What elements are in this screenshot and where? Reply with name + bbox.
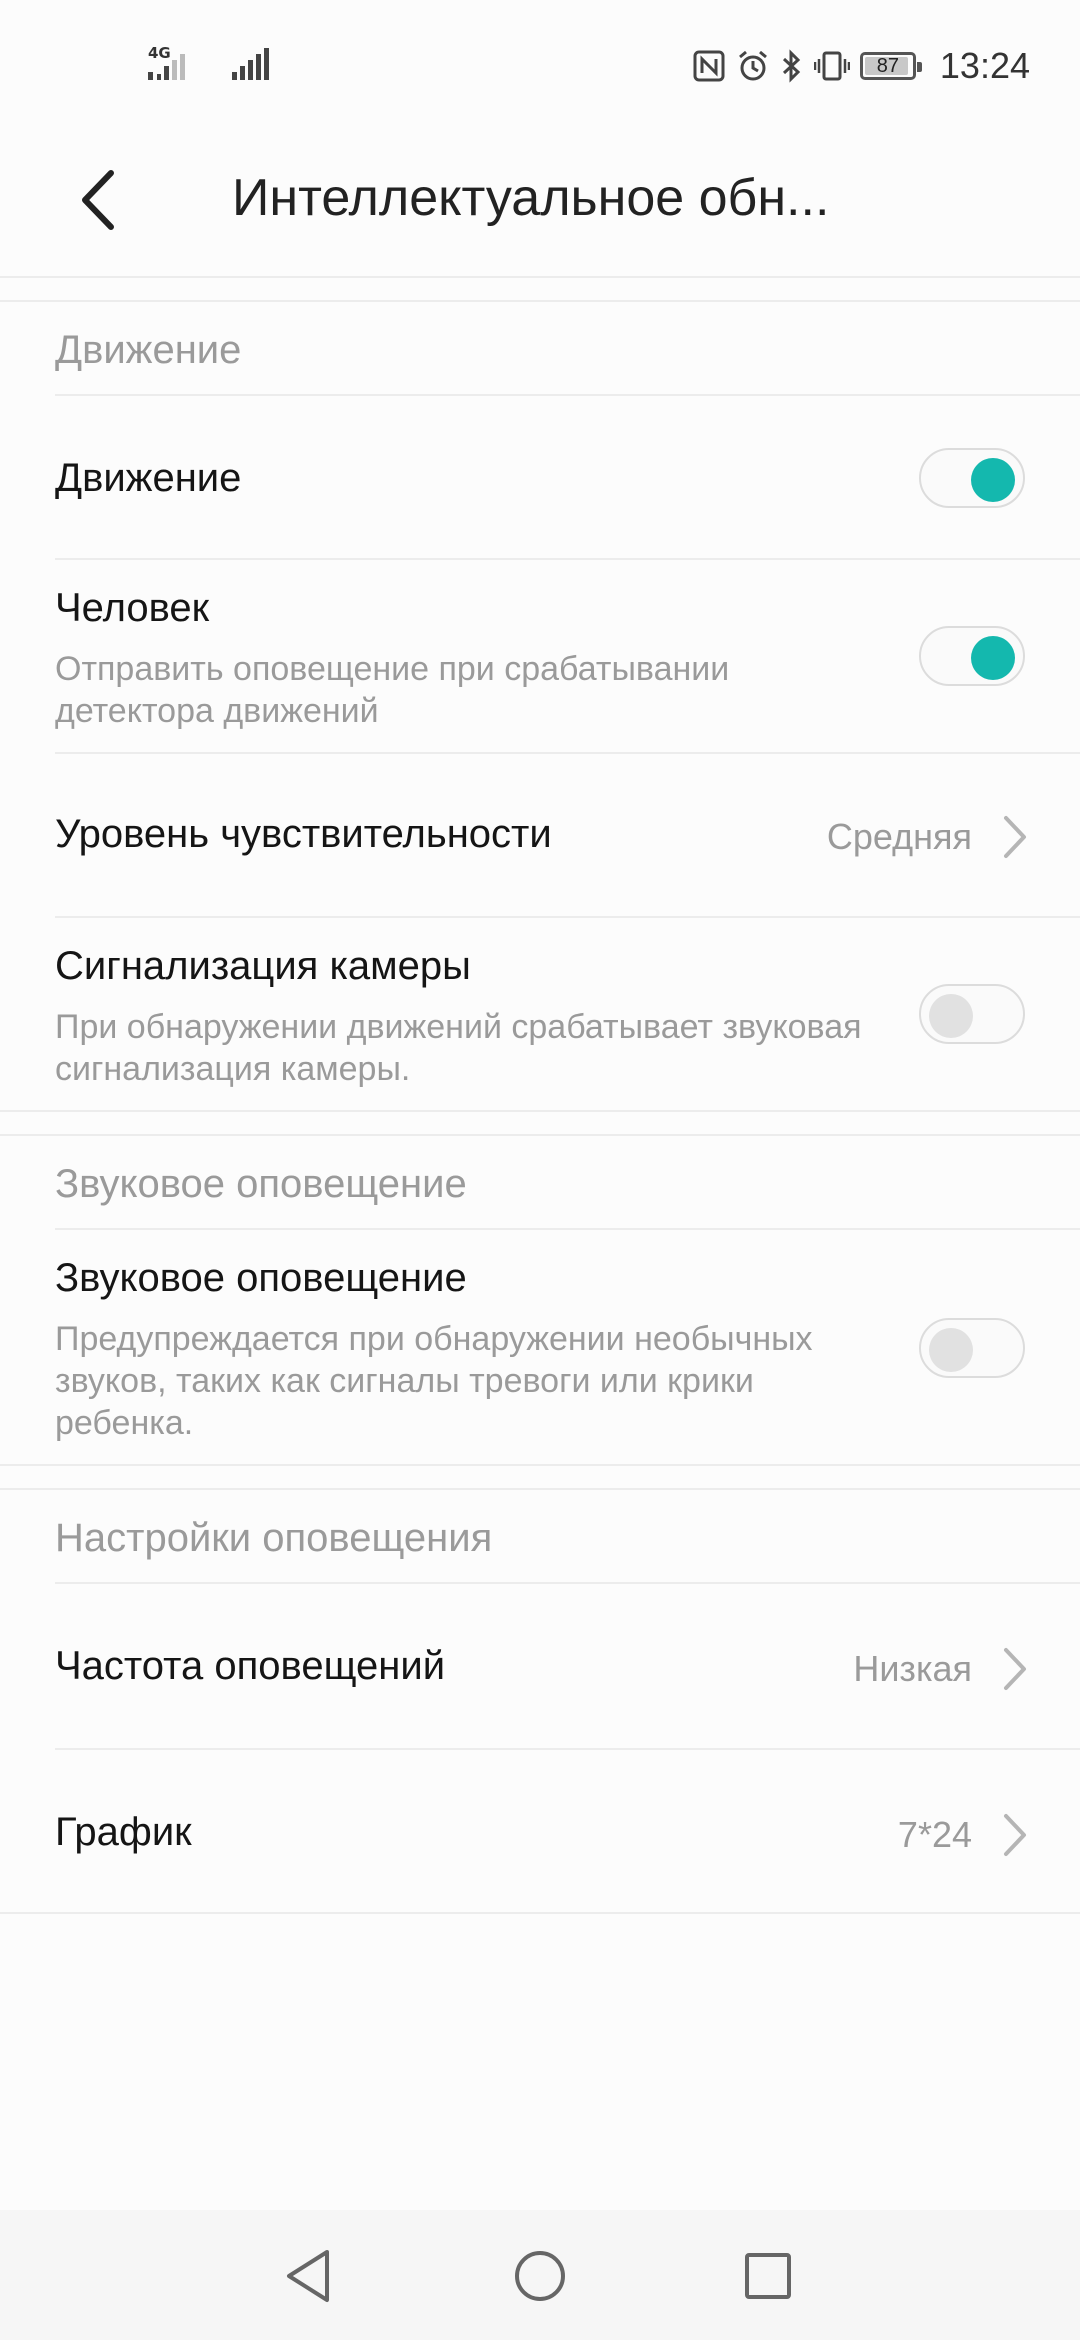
divider: [55, 558, 1080, 560]
divider: [0, 1110, 1080, 1112]
nav-home-button[interactable]: [510, 2246, 570, 2306]
title-bar: Интеллектуальное обн...: [0, 130, 1080, 276]
chevron-right-icon: [1004, 1648, 1026, 1690]
setting-value: Средняя: [826, 816, 972, 857]
section-header-motion: Движение: [55, 328, 242, 372]
camera-alarm-toggle[interactable]: [919, 984, 1025, 1044]
signal-strength-2-icon: [232, 48, 269, 80]
back-arrow-icon: [82, 170, 114, 230]
setting-title: Частота оповещений: [55, 1644, 446, 1688]
setting-title: Движение: [55, 456, 242, 500]
battery-level: 87: [876, 54, 900, 77]
divider: [0, 1134, 1080, 1136]
human-toggle[interactable]: [919, 626, 1025, 686]
alarm-icon: [738, 50, 767, 81]
chevron-right-icon: [1004, 1814, 1026, 1856]
triangle-back-icon: [287, 2250, 329, 2302]
nav-back-button[interactable]: [278, 2246, 338, 2306]
status-icons: 87 13:24: [692, 44, 1030, 88]
setting-subtitle: Отправить оповещение при срабатывании де…: [55, 650, 730, 730]
divider: [0, 1912, 1080, 1914]
divider: [55, 752, 1080, 754]
section-divider: [0, 300, 1080, 302]
back-button[interactable]: [62, 160, 132, 240]
nfc-icon: [693, 50, 725, 82]
svg-text:.: .: [148, 48, 152, 63]
setting-subtitle: Предупреждается при обнаружении необычны…: [55, 1320, 813, 1442]
setting-title: Звуковое оповещение: [55, 1256, 467, 1300]
chevron-right-icon: [1004, 816, 1026, 858]
square-recents-icon: [745, 2253, 791, 2299]
setting-value: Низкая: [853, 1648, 972, 1689]
sound-toggle[interactable]: [919, 1318, 1025, 1378]
screen: 4G . 87 13:24 Интеллектуальное обн... Дв…: [0, 0, 1080, 2340]
circle-home-icon: [515, 2251, 565, 2301]
setting-title: Сигнализация камеры: [55, 944, 471, 988]
status-bar: 4G . 87 13:24: [0, 0, 1080, 130]
divider: [55, 1748, 1080, 1750]
bluetooth-icon: [782, 49, 801, 83]
divider: [55, 916, 1080, 918]
title-divider: [0, 276, 1080, 278]
setting-title: График: [55, 1810, 192, 1854]
setting-title: Человек: [55, 586, 210, 630]
nav-recents-button[interactable]: [738, 2246, 798, 2306]
setting-value: 7*24: [897, 1814, 972, 1855]
battery-icon: 87: [859, 52, 922, 80]
section-header-notifications: Настройки оповещения: [55, 1516, 493, 1560]
setting-title: Уровень чувствительности: [55, 812, 552, 856]
signal-strength-icon: .: [148, 48, 185, 80]
navigation-bar: [0, 2210, 1080, 2340]
divider: [55, 394, 1080, 396]
divider: [55, 1228, 1080, 1230]
motion-toggle[interactable]: [919, 448, 1025, 508]
setting-subtitle: При обнаружении движений срабатывает зву…: [55, 1008, 862, 1088]
clock: 13:24: [939, 45, 1030, 86]
page-title: Интеллектуальное обн...: [232, 169, 830, 227]
section-header-sound: Звуковое оповещение: [55, 1162, 467, 1206]
divider: [55, 1582, 1080, 1584]
vibrate-icon: [813, 51, 850, 81]
divider: [0, 1464, 1080, 1466]
divider: [0, 1488, 1080, 1490]
